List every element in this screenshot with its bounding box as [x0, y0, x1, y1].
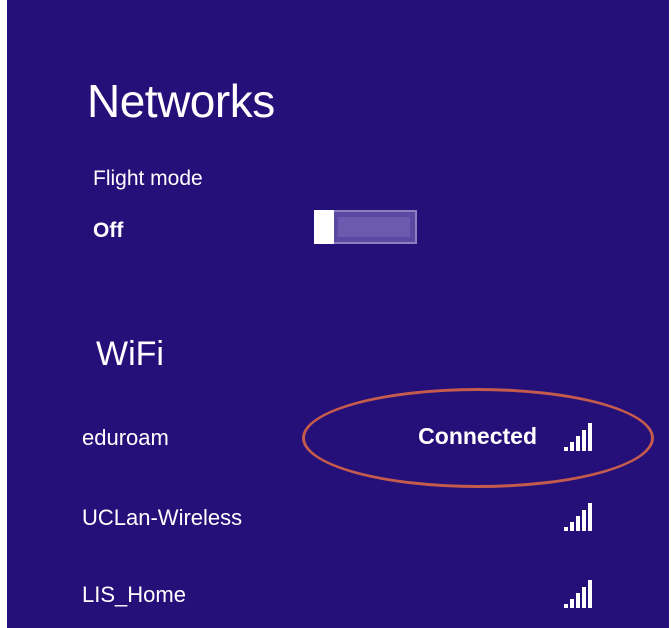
toggle-thumb[interactable]	[314, 210, 334, 244]
network-item-lis-home[interactable]: LIS_Home	[82, 570, 622, 620]
panel-title: Networks	[87, 75, 275, 127]
network-name: LIS_Home	[82, 582, 186, 607]
networks-panel: Networks Flight mode Off WiFi eduroam Co…	[7, 0, 669, 628]
wifi-signal-icon	[564, 580, 594, 608]
network-name: UCLan-Wireless	[82, 505, 243, 530]
network-item-uclan-wireless[interactable]: UCLan-Wireless	[82, 493, 622, 543]
flight-mode-toggle[interactable]	[314, 210, 417, 244]
connection-status: Connected	[418, 423, 537, 449]
wifi-signal-icon	[564, 503, 594, 531]
flight-mode-label: Flight mode	[93, 167, 203, 190]
flight-mode-state: Off	[93, 219, 124, 242]
toggle-track	[338, 217, 410, 237]
screenshot: Networks Flight mode Off WiFi eduroam Co…	[0, 0, 671, 628]
network-name: eduroam	[82, 425, 169, 450]
wifi-section-heading: WiFi	[96, 335, 164, 373]
network-item-eduroam[interactable]: eduroam Connected	[82, 413, 622, 463]
wifi-signal-icon	[564, 423, 594, 451]
